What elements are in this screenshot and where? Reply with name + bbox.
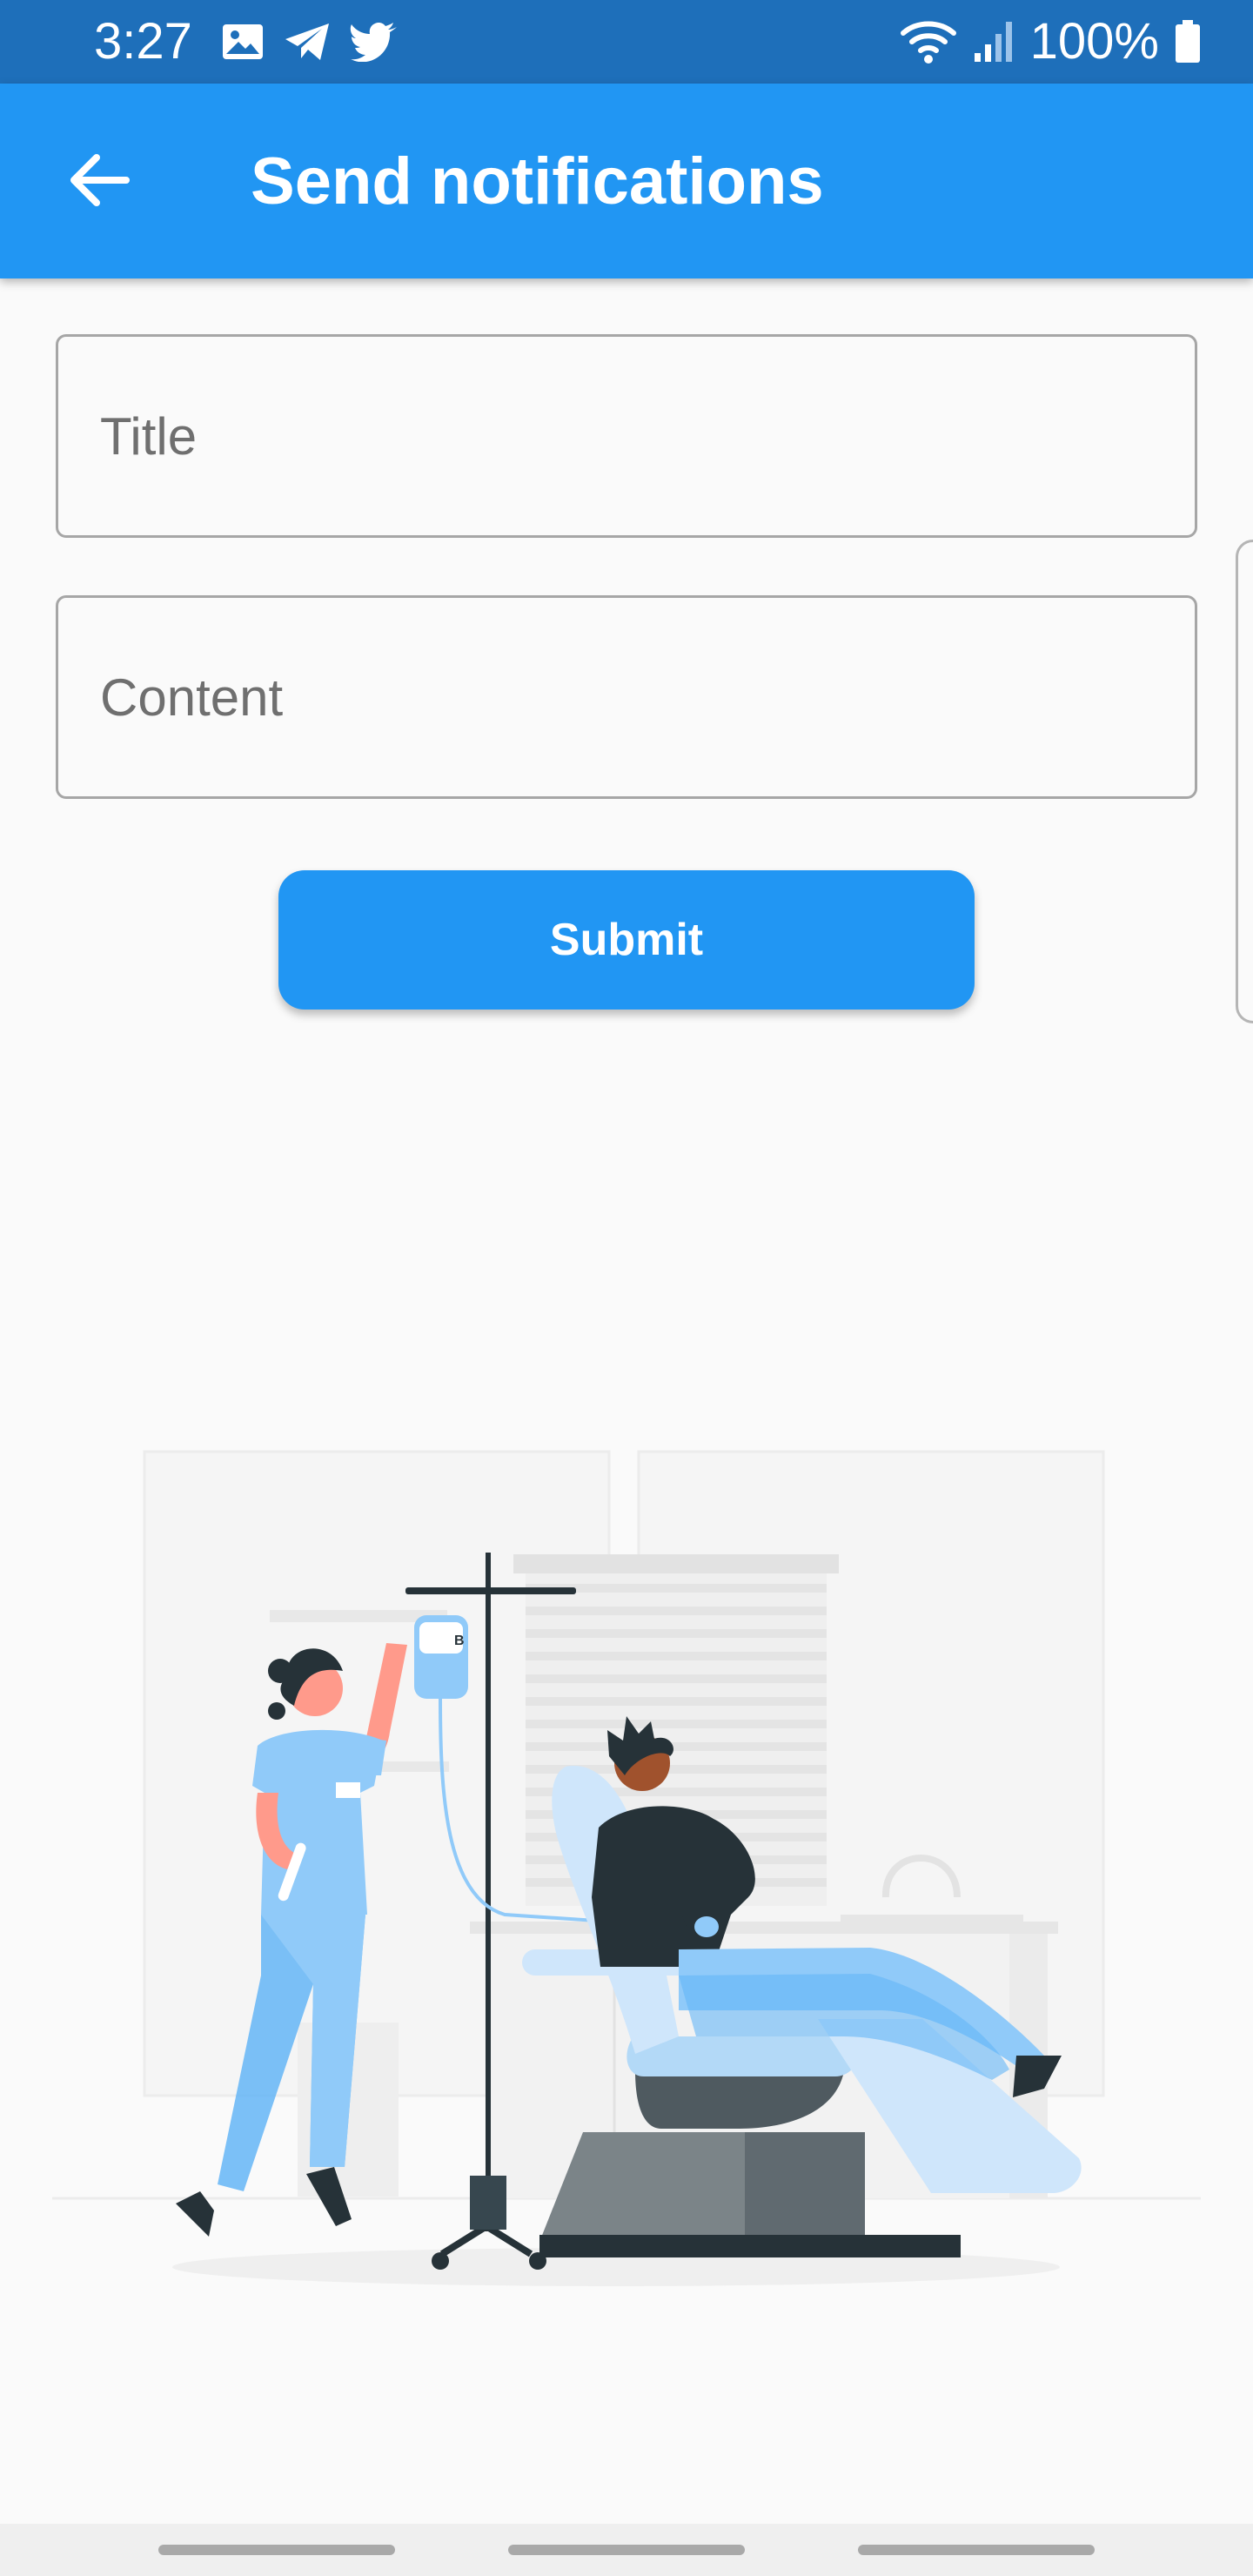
iv-bag-label: B <box>454 1633 465 1648</box>
page-title: Send notifications <box>251 144 824 218</box>
system-navigation-bar <box>0 2524 1253 2576</box>
content-input[interactable] <box>58 667 1195 728</box>
nav-back-button[interactable] <box>858 2545 1095 2555</box>
wifi-icon <box>900 21 956 64</box>
image-icon <box>223 24 263 59</box>
nav-home-button[interactable] <box>508 2545 745 2555</box>
arrow-left-icon <box>70 154 130 206</box>
title-field[interactable] <box>56 334 1197 538</box>
status-time: 3:27 <box>94 13 192 70</box>
status-bar: 3:27 100% <box>0 0 1253 84</box>
nav-recent-button[interactable] <box>158 2545 395 2555</box>
app-bar: Send notifications <box>0 84 1253 278</box>
twitter-icon <box>350 23 397 62</box>
blood-donation-illustration: B <box>52 1450 1201 2286</box>
edge-panel-handle[interactable] <box>1236 540 1253 1023</box>
back-button[interactable] <box>59 141 137 219</box>
content-field[interactable] <box>56 595 1197 799</box>
title-input[interactable] <box>58 406 1195 466</box>
battery-percentage: 100% <box>1029 13 1159 70</box>
battery-icon <box>1176 20 1200 63</box>
system-icons: 100% <box>900 12 1201 71</box>
signal-icon <box>974 22 1012 62</box>
submit-button[interactable]: Submit <box>278 870 975 1010</box>
notification-icons <box>221 16 399 68</box>
telegram-icon <box>285 23 329 60</box>
